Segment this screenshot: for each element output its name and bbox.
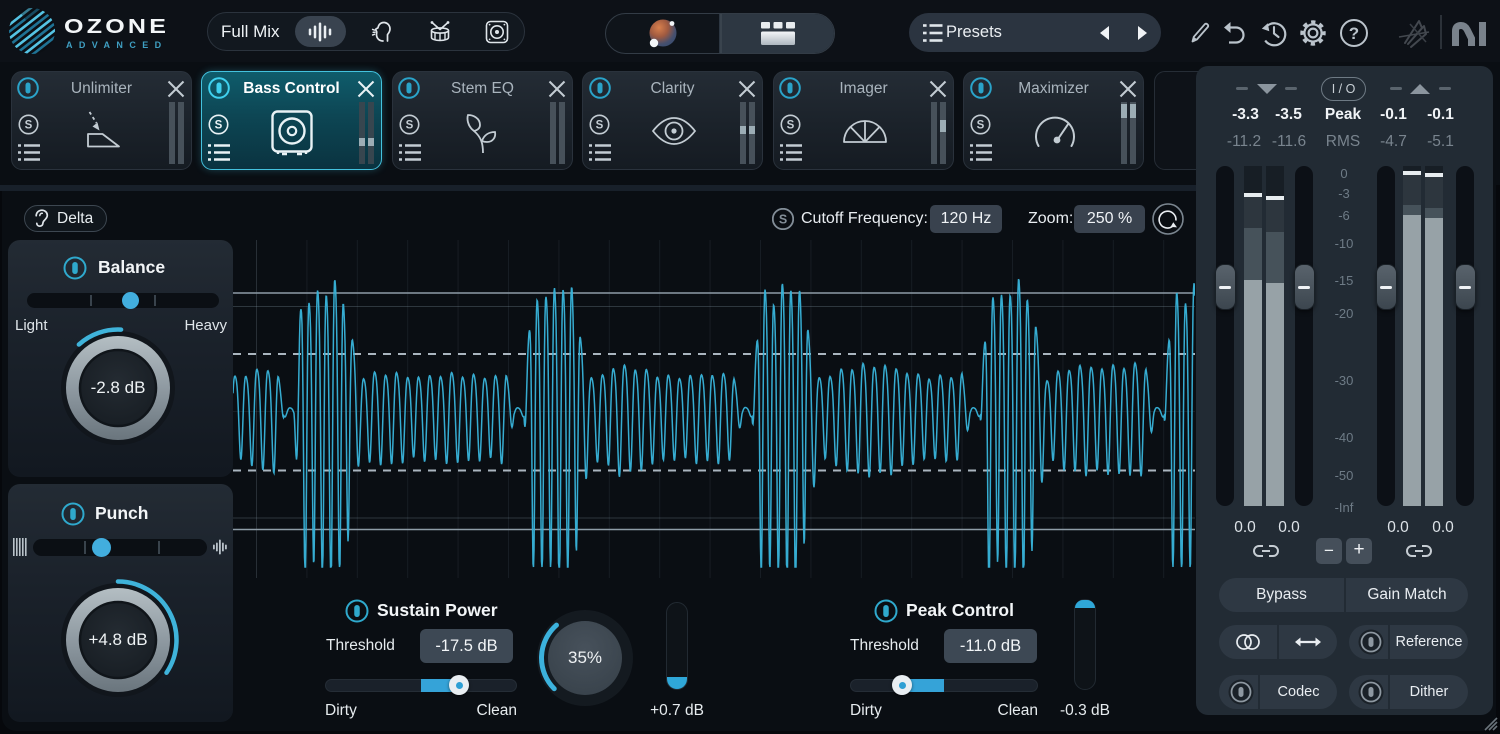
- svg-text:S: S: [215, 120, 223, 132]
- svg-text:S: S: [405, 120, 413, 132]
- svg-text:?: ?: [1349, 24, 1359, 43]
- svg-text:S: S: [786, 120, 794, 132]
- svg-text:S: S: [596, 120, 604, 132]
- svg-text:S: S: [24, 120, 32, 132]
- svg-text:S: S: [977, 120, 985, 132]
